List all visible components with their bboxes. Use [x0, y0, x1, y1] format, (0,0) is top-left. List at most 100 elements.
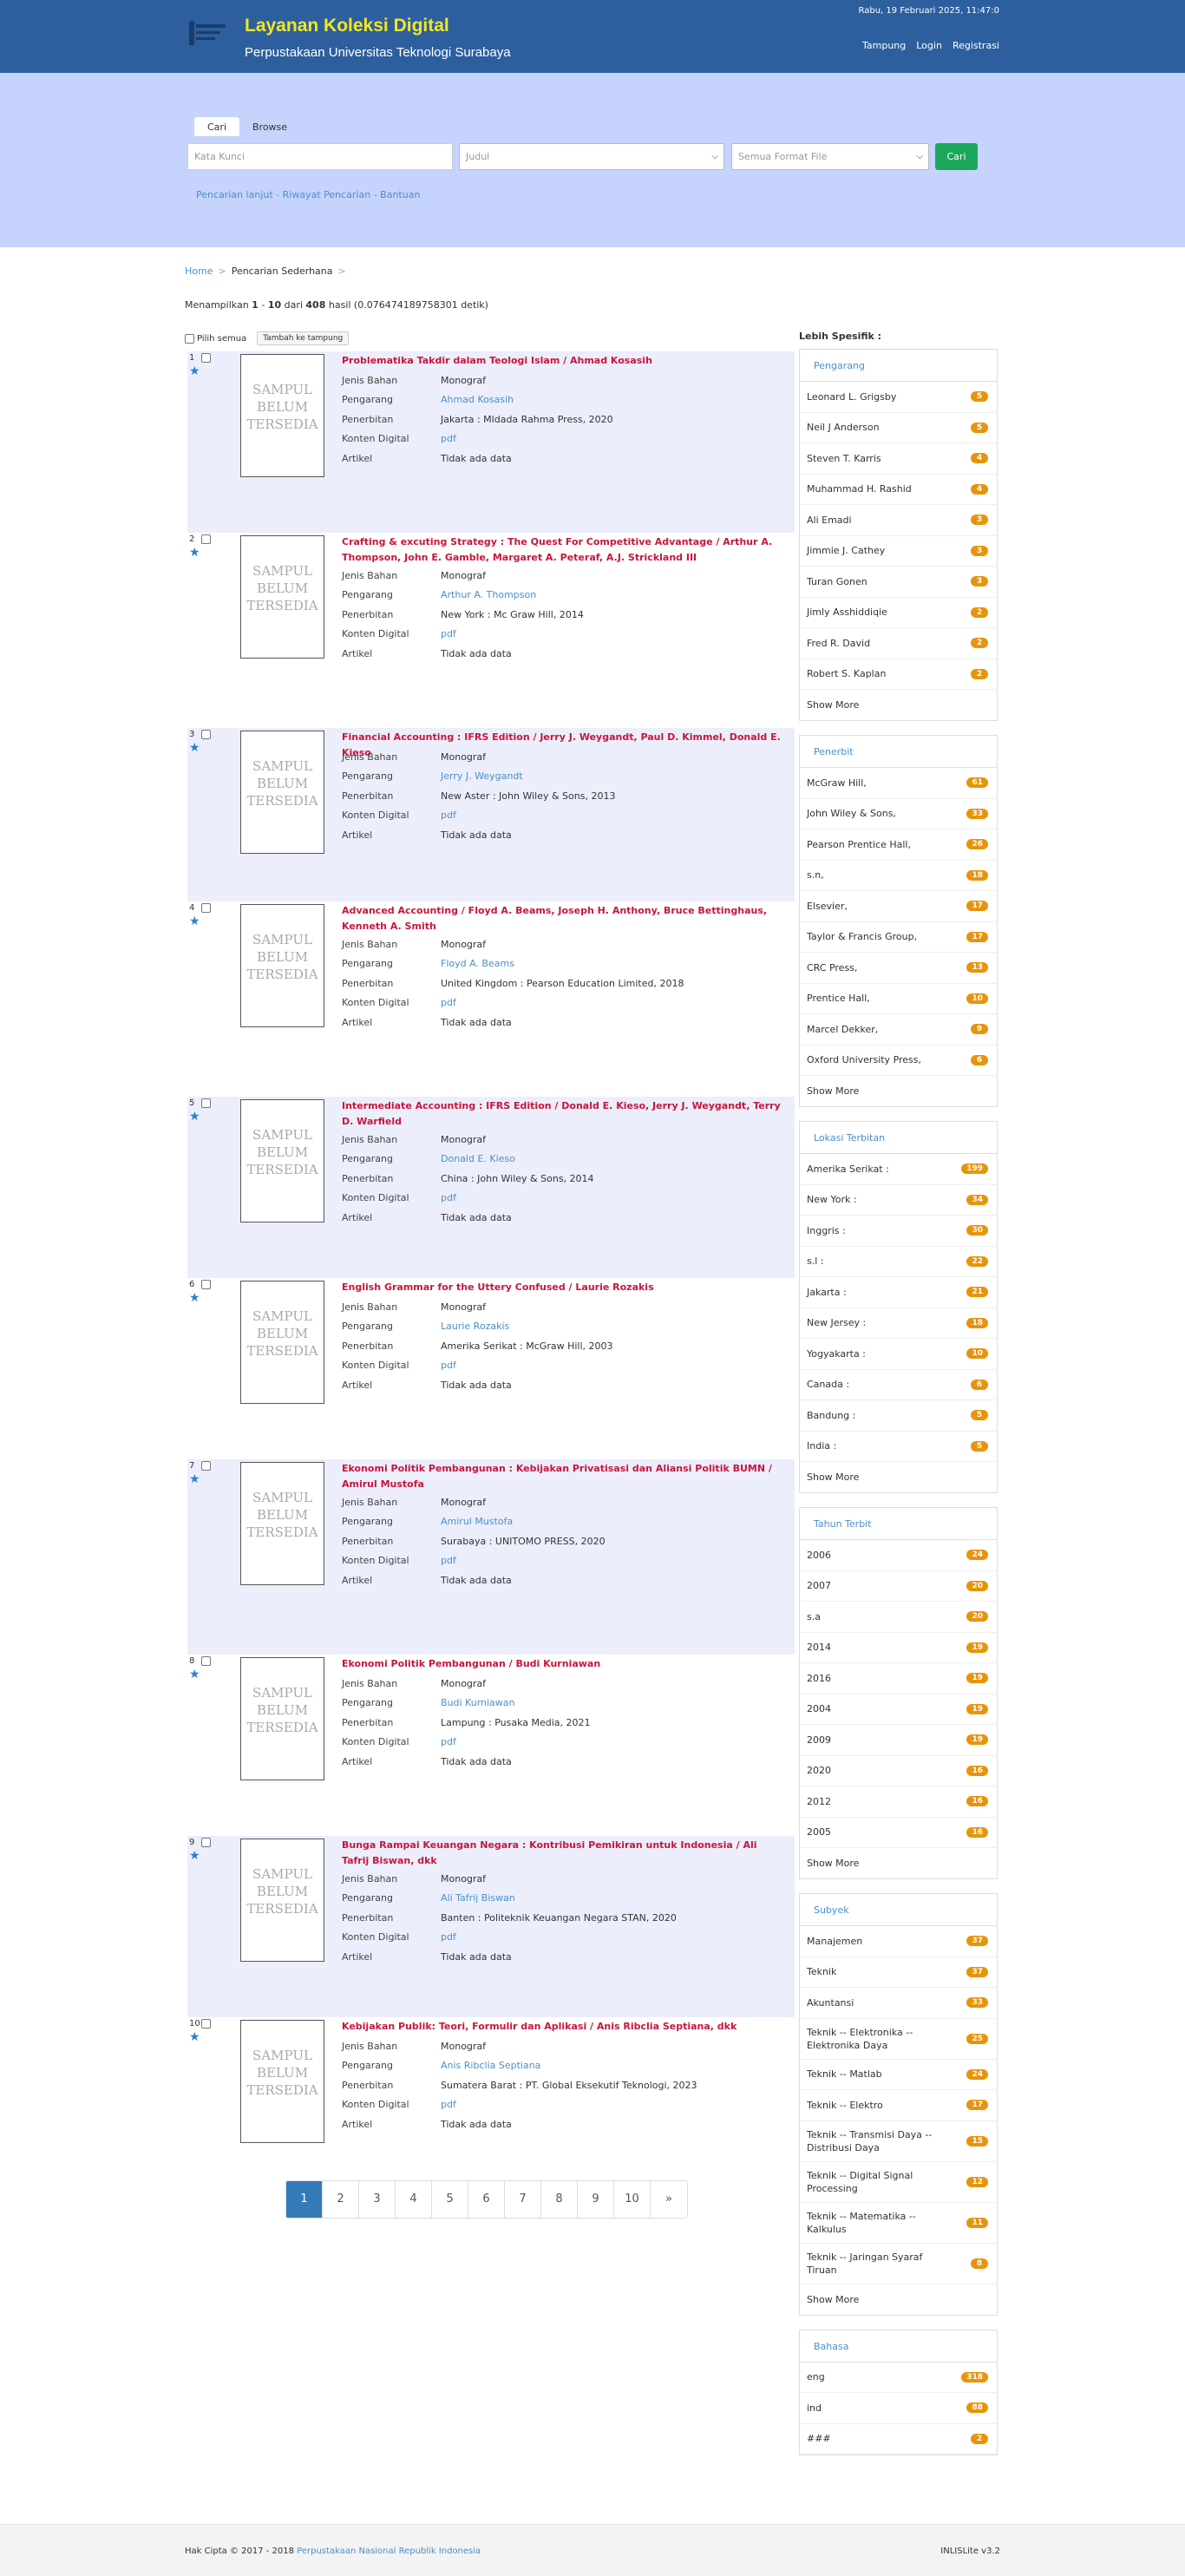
facet-item[interactable]: s.l : 22 [800, 1247, 997, 1277]
facet-item[interactable]: Elsevier, 17 [800, 891, 997, 922]
facet-item[interactable]: New Jersey : 18 [800, 1308, 997, 1339]
star-icon[interactable]: ★ [189, 915, 200, 927]
meta-value-konten-digital[interactable]: pdf [441, 1736, 456, 1747]
facet-item[interactable]: India : 5 [800, 1432, 997, 1462]
facet-item[interactable]: Teknik 37 [800, 1957, 997, 1988]
facet-item[interactable]: s.a 20 [800, 1602, 997, 1633]
result-title-link[interactable]: Ekonomi Politik Pembangunan / Budi Kurni… [342, 1656, 784, 1672]
facet-item[interactable]: Jimmie J. Cathey 3 [800, 536, 997, 567]
facet-item[interactable]: Bandung : 5 [800, 1400, 997, 1432]
meta-value-pengarang[interactable]: Laurie Rozakis [441, 1321, 509, 1332]
breadcrumb-home[interactable]: Home [185, 265, 213, 277]
meta-value-konten-digital[interactable]: pdf [441, 2099, 456, 2110]
facet-item[interactable]: Taylor & Francis Group, 17 [800, 922, 997, 953]
page-button[interactable]: 1 [286, 2181, 323, 2218]
facet-item[interactable]: Fred R. David 2 [800, 628, 997, 659]
result-checkbox[interactable] [201, 353, 211, 363]
result-title-link[interactable]: English Grammar for the Uttery Confused … [342, 1280, 784, 1295]
page-button[interactable]: 10 [614, 2181, 651, 2218]
page-button[interactable]: 6 [468, 2181, 505, 2218]
star-icon[interactable]: ★ [189, 742, 200, 754]
page-button[interactable]: 8 [541, 2181, 578, 2218]
format-select[interactable]: Semua Format File ⌵ [731, 143, 929, 170]
result-title-link[interactable]: Advanced Accounting / Floyd A. Beams, Jo… [342, 903, 784, 934]
facet-item[interactable]: Neil J Anderson 5 [800, 413, 997, 443]
page-button[interactable]: 9 [578, 2181, 614, 2218]
facet-heading[interactable]: Pengarang [800, 350, 997, 382]
facet-item[interactable]: 2012 16 [800, 1786, 997, 1818]
facet-heading[interactable]: Penerbit [800, 736, 997, 768]
result-checkbox[interactable] [201, 1656, 211, 1666]
facet-item[interactable]: Jimly Asshiddiqie 2 [800, 598, 997, 628]
facet-item[interactable]: CRC Press, 13 [800, 953, 997, 984]
meta-value-konten-digital[interactable]: pdf [441, 1555, 456, 1566]
show-more-link[interactable]: Show More [800, 2284, 997, 2315]
facet-item[interactable]: Jakarta : 21 [800, 1277, 997, 1308]
meta-value-pengarang[interactable]: Jerry J. Weygandt [441, 770, 523, 782]
nav-login[interactable]: Login [916, 40, 942, 51]
result-checkbox[interactable] [201, 730, 211, 739]
facet-item[interactable]: Teknik -- Elektronika -- Elektronika Day… [800, 2019, 997, 2060]
field-select[interactable]: Judul ⌵ [459, 143, 724, 170]
show-more-link[interactable]: Show More [800, 1848, 997, 1878]
select-all[interactable]: Pilih semua [185, 333, 246, 344]
page-button[interactable]: 3 [359, 2181, 396, 2218]
tab-cari[interactable]: Cari [194, 117, 239, 136]
add-to-shelf-button[interactable]: Tambah ke tampung [257, 331, 350, 345]
star-icon[interactable]: ★ [189, 2031, 200, 2043]
meta-value-konten-digital[interactable]: pdf [441, 997, 456, 1008]
star-icon[interactable]: ★ [189, 365, 200, 377]
facet-item[interactable]: Teknik -- Transmisi Daya -- Distribusi D… [800, 2121, 997, 2162]
facet-item[interactable]: Oxford University Press, 6 [800, 1045, 997, 1076]
show-more-link[interactable]: Show More [800, 690, 997, 720]
nav-registrasi[interactable]: Registrasi [953, 40, 999, 51]
facet-item[interactable]: 2007 20 [800, 1571, 997, 1602]
result-title-link[interactable]: Ekonomi Politik Pembangunan : Kebijakan … [342, 1461, 784, 1492]
facet-item[interactable]: Teknik -- Matematika -- Kalkulus 11 [800, 2203, 997, 2244]
facet-item[interactable]: Prentice Hall, 10 [800, 984, 997, 1014]
help-link[interactable]: Bantuan [380, 189, 420, 200]
meta-value-pengarang[interactable]: Amirul Mustofa [441, 1516, 513, 1527]
result-checkbox[interactable] [201, 903, 211, 913]
result-title-link[interactable]: Intermediate Accounting : IFRS Edition /… [342, 1098, 784, 1130]
star-icon[interactable]: ★ [189, 1850, 200, 1862]
facet-item[interactable]: Yogyakarta : 10 [800, 1339, 997, 1370]
search-history-link[interactable]: Riwayat Pencarian [283, 189, 371, 200]
facet-item[interactable]: Muhammad H. Rashid 4 [800, 475, 997, 505]
page-button[interactable]: 7 [505, 2181, 541, 2218]
result-checkbox[interactable] [201, 1098, 211, 1108]
facet-item[interactable]: Turan Gonen 3 [800, 567, 997, 598]
facet-item[interactable]: Manajemen 37 [800, 1926, 997, 1957]
facet-item[interactable]: 2016 19 [800, 1663, 997, 1694]
meta-value-pengarang[interactable]: Donald E. Kieso [441, 1153, 515, 1164]
result-title-link[interactable]: Crafting & excuting Strategy : The Quest… [342, 534, 784, 566]
facet-item[interactable]: Inggris : 30 [800, 1216, 997, 1247]
facet-item[interactable]: New York : 34 [800, 1185, 997, 1216]
facet-item[interactable]: 2006 24 [800, 1540, 997, 1571]
facet-heading[interactable]: Bahasa [800, 2330, 997, 2363]
page-button[interactable]: 5 [432, 2181, 468, 2218]
facet-heading[interactable]: Subyek [800, 1894, 997, 1926]
result-checkbox[interactable] [201, 1461, 211, 1471]
facet-item[interactable]: 2004 19 [800, 1694, 997, 1725]
result-checkbox[interactable] [201, 2019, 211, 2029]
facet-item[interactable]: 2020 16 [800, 1756, 997, 1786]
facet-item[interactable]: Steven T. Karris 4 [800, 443, 997, 475]
facet-item[interactable]: 2005 16 [800, 1818, 997, 1848]
meta-value-konten-digital[interactable]: pdf [441, 433, 456, 444]
copyright-link[interactable]: Perpustakaan Nasional Republik Indonesia [297, 2547, 481, 2556]
facet-item[interactable]: 2009 19 [800, 1725, 997, 1756]
facet-item[interactable]: Akuntansi 33 [800, 1988, 997, 2019]
select-all-checkbox[interactable] [185, 333, 194, 344]
site-title[interactable]: Layanan Koleksi Digital [245, 16, 449, 36]
meta-value-konten-digital[interactable]: pdf [441, 1931, 456, 1943]
keyword-input[interactable]: Kata Kunci [187, 143, 453, 170]
facet-heading[interactable]: Lokasi Terbitan [800, 1122, 997, 1154]
show-more-link[interactable]: Show More [800, 1462, 997, 1492]
facet-item[interactable]: Ali Emadi 3 [800, 505, 997, 536]
star-icon[interactable]: ★ [189, 1473, 200, 1485]
facet-item[interactable]: Robert S. Kaplan 2 [800, 659, 997, 690]
facet-item[interactable]: Amerika Serikat : 199 [800, 1154, 997, 1185]
facet-item[interactable]: Teknik -- Jaringan Syaraf Tiruan 8 [800, 2244, 997, 2284]
star-icon[interactable]: ★ [189, 1111, 200, 1123]
